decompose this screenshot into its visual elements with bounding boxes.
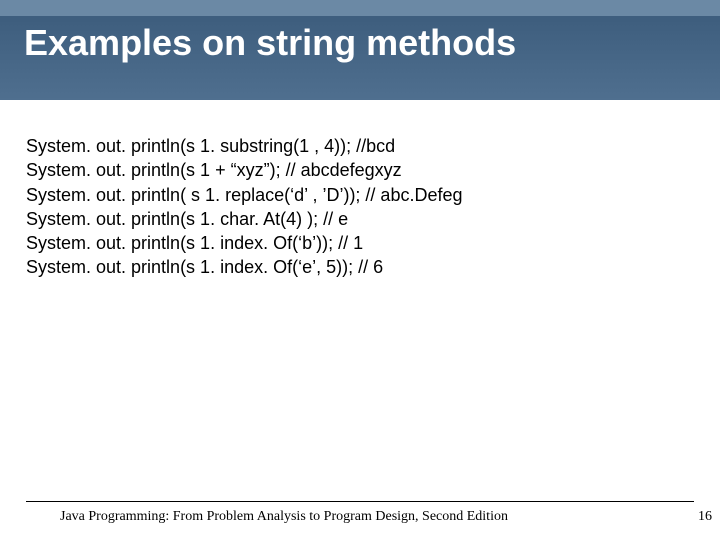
- page-number: 16: [698, 509, 712, 525]
- code-line: System. out. println(s 1 + “xyz”); // ab…: [26, 158, 694, 182]
- code-line: System. out. println(s 1. char. At(4) );…: [26, 207, 694, 231]
- code-line: System. out. println(s 1. index. Of(‘e’,…: [26, 255, 694, 279]
- code-line: System. out. println(s 1. index. Of(‘b’)…: [26, 231, 694, 255]
- code-line: System. out. println( s 1. replace(‘d’ ,…: [26, 183, 694, 207]
- footer-divider: [26, 501, 694, 502]
- footer-text: Java Programming: From Problem Analysis …: [60, 509, 508, 525]
- slide-title: Examples on string methods: [0, 0, 720, 64]
- title-bar: Examples on string methods: [0, 0, 720, 100]
- code-line: System. out. println(s 1. substring(1 , …: [26, 134, 694, 158]
- slide-content: System. out. println(s 1. substring(1 , …: [0, 100, 720, 280]
